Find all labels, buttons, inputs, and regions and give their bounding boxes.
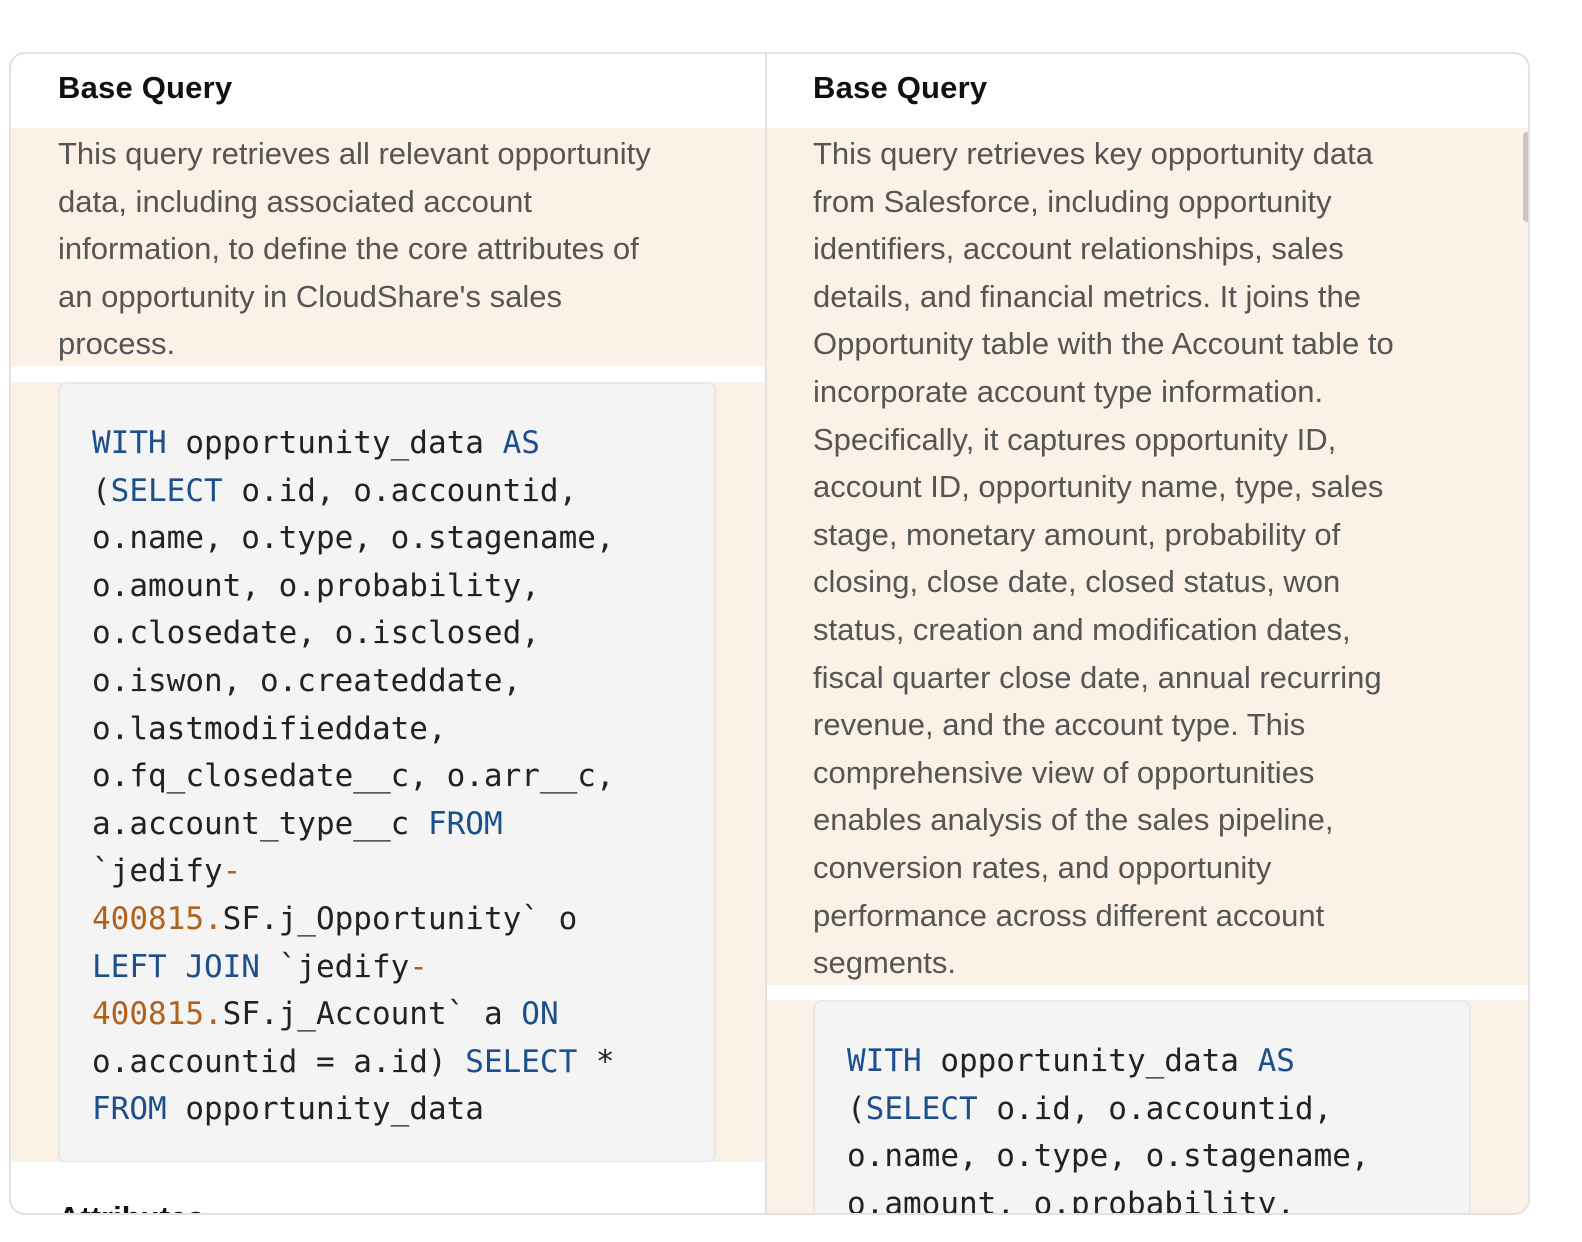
code-number: - bbox=[409, 948, 428, 985]
description-line: stage, monetary amount, probability of bbox=[813, 516, 1341, 552]
code-line: o.accountid = a.id) SELECT * bbox=[92, 1039, 615, 1087]
code-line: LEFT JOIN `jedify- bbox=[92, 944, 615, 992]
code-line: o.name, o.type, o.stagename, bbox=[847, 1133, 1370, 1181]
right-code-block[interactable]: WITH opportunity_data AS (SELECT o.id, o.… bbox=[813, 1000, 1471, 1213]
code-keyword: ON bbox=[521, 996, 559, 1033]
code-number: 400815. bbox=[92, 996, 223, 1033]
description-line: enables analysis of the sales pipeline, bbox=[813, 802, 1334, 838]
description-line: segments. bbox=[813, 945, 957, 981]
right-description: This query retrieves key opportunity dat… bbox=[767, 128, 1528, 985]
code-text: o.amount, o.probability, bbox=[92, 567, 540, 604]
description-line: information, to define the core attribut… bbox=[58, 231, 639, 267]
description-line: closing, close date, closed status, won bbox=[813, 564, 1341, 600]
code-line: o.iswon, o.createddate, bbox=[92, 658, 615, 706]
code-text: o.closedate, o.isclosed, bbox=[92, 615, 540, 652]
code-keyword: SELECT bbox=[465, 1043, 578, 1080]
description-line: from Salesforce, including opportunity bbox=[813, 183, 1332, 219]
description-line: an opportunity in CloudShare's sales bbox=[58, 278, 562, 314]
code-line: a.account_type__c FROM bbox=[92, 801, 615, 849]
description-line: Specifically, it captures opportunity ID… bbox=[813, 421, 1337, 457]
scrollbar-thumb[interactable] bbox=[1523, 132, 1528, 222]
code-line: (SELECT o.id, o.accountid, bbox=[92, 468, 615, 516]
code-line: 400815.SF.j_Opportunity` o bbox=[92, 896, 615, 944]
description-line: identifiers, account relationships, sale… bbox=[813, 231, 1344, 267]
description-line: fiscal quarter close date, annual recurr… bbox=[813, 659, 1382, 695]
left-code-block[interactable]: WITH opportunity_data AS (SELECT o.id, o.… bbox=[58, 382, 716, 1163]
code-text: o.name, o.type, o.stagename, bbox=[92, 520, 615, 557]
code-text: opportunity_data bbox=[166, 1091, 484, 1128]
code-keyword: WITH bbox=[92, 425, 167, 461]
description-line: comprehensive view of opportunities bbox=[813, 754, 1315, 790]
code-number: - bbox=[222, 853, 242, 890]
code-line: o.fq_closedate__c, o.arr__c, bbox=[92, 753, 615, 801]
code-text: ( bbox=[847, 1090, 866, 1127]
description-line: data, including associated account bbox=[58, 183, 532, 219]
code-line: o.amount, o.probability, bbox=[92, 563, 615, 611]
right-section-heading: Base Query bbox=[813, 70, 988, 105]
left-description: This query retrieves all relevant opport… bbox=[11, 128, 765, 366]
code-keyword: FROM bbox=[92, 1091, 167, 1128]
description-line: conversion rates, and opportunity bbox=[813, 849, 1272, 885]
description-line: process. bbox=[58, 326, 176, 362]
description-line: revenue, and the account type. This bbox=[813, 707, 1306, 743]
code-text: SF.j_Opportunity` o bbox=[222, 900, 578, 937]
description-line: account ID, opportunity name, type, sale… bbox=[813, 469, 1384, 505]
description-line: This query retrieves all relevant opport… bbox=[58, 136, 651, 171]
code-line: (SELECT o.id, o.accountid, bbox=[847, 1086, 1370, 1134]
code-text: o.accountid = a.id) bbox=[92, 1043, 466, 1080]
code-text: o.id, o.accountid, bbox=[222, 472, 578, 509]
code-line: o.lastmodifieddate, bbox=[92, 706, 615, 754]
code-text: o.id, o.accountid, bbox=[977, 1090, 1333, 1127]
code-line: o.closedate, o.isclosed, bbox=[92, 610, 615, 658]
code-number: 400815. bbox=[92, 900, 223, 937]
code-text: `jedify bbox=[259, 948, 410, 985]
code-line: WITH opportunity_data AS bbox=[847, 1038, 1370, 1086]
code-line: WITH opportunity_data AS bbox=[92, 420, 615, 468]
description-line: details, and financial metrics. It joins… bbox=[813, 278, 1361, 314]
description-line: This query retrieves key opportunity dat… bbox=[813, 136, 1373, 171]
code-text: o.iswon, o.createddate, bbox=[92, 662, 522, 699]
description-line: status, creation and modification dates, bbox=[813, 611, 1351, 647]
attributes-heading: Attributes bbox=[58, 1200, 204, 1213]
description-line: incorporate account type information. bbox=[813, 373, 1324, 409]
code-text: o.fq_closedate__c, o.arr__c, bbox=[92, 758, 615, 795]
code-text: o.lastmodifieddate, bbox=[92, 710, 447, 747]
description-line: Opportunity table with the Account table… bbox=[813, 326, 1394, 362]
code-text: a.account_type__c bbox=[92, 805, 428, 842]
right-pane: Base Query This query retrieves key oppo… bbox=[767, 54, 1528, 1213]
code-keyword: AS bbox=[502, 425, 540, 461]
code-text: SF.j_Account` a bbox=[222, 996, 522, 1033]
comparison-panel: Base Query This query retrieves all rele… bbox=[9, 52, 1530, 1215]
code-keyword: FROM bbox=[427, 805, 503, 842]
code-text: `jedify bbox=[92, 853, 223, 890]
code-line: `jedify- bbox=[92, 848, 615, 896]
code-keyword: WITH bbox=[847, 1043, 922, 1079]
code-text: o.amount, o.probability, bbox=[847, 1185, 1295, 1213]
code-keyword: LEFT JOIN bbox=[92, 948, 260, 985]
code-line: FROM opportunity_data bbox=[92, 1086, 615, 1134]
code-text: ( bbox=[92, 472, 111, 509]
description-line: performance across different account bbox=[813, 897, 1325, 933]
code-text: o.name, o.type, o.stagename, bbox=[847, 1138, 1370, 1175]
left-section-heading: Base Query bbox=[58, 70, 233, 105]
code-keyword: SELECT bbox=[110, 472, 223, 509]
code-keyword: SELECT bbox=[865, 1090, 978, 1127]
code-line: o.amount, o.probability, bbox=[847, 1181, 1370, 1213]
code-keyword: AS bbox=[1257, 1043, 1295, 1079]
code-line: o.name, o.type, o.stagename, bbox=[92, 515, 615, 563]
code-text: opportunity_data bbox=[166, 425, 503, 461]
left-pane: Base Query This query retrieves all rele… bbox=[11, 54, 765, 1213]
code-text: opportunity_data bbox=[921, 1043, 1258, 1079]
code-line: 400815.SF.j_Account` a ON bbox=[92, 991, 615, 1039]
code-text: * bbox=[577, 1043, 615, 1080]
